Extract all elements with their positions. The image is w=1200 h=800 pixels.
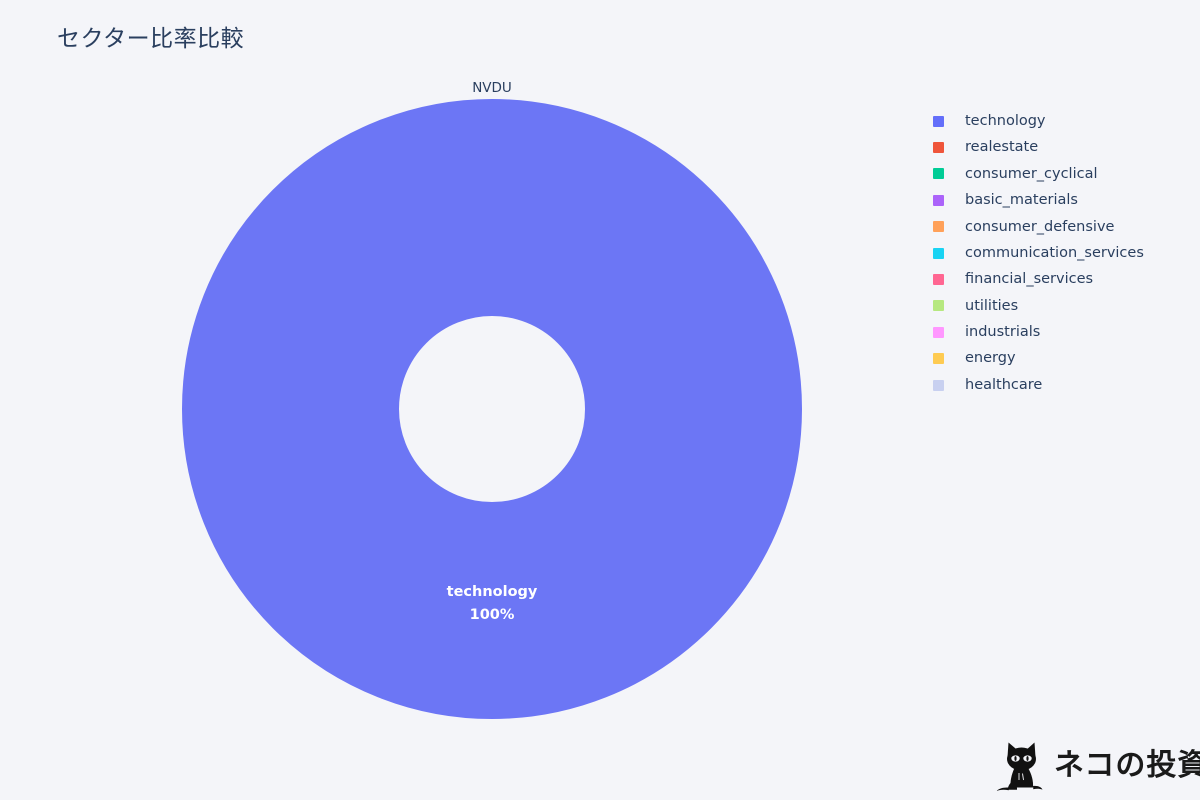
legend-item[interactable]: industrials — [933, 319, 1195, 345]
legend-item[interactable]: consumer_cyclical — [933, 161, 1195, 187]
legend-item[interactable]: consumer_defensive — [933, 214, 1195, 240]
legend-label: financial_services — [965, 271, 1094, 288]
legend-label: communication_services — [965, 244, 1144, 261]
legend-swatch-icon — [933, 221, 944, 233]
legend-label: consumer_defensive — [965, 218, 1115, 235]
watermark: ネコの投資 — [995, 738, 1200, 794]
legend-swatch-icon — [933, 353, 944, 365]
legend-item[interactable]: basic_materials — [933, 187, 1195, 213]
legend-label: utilities — [965, 297, 1019, 314]
pie-slice-technology[interactable] — [182, 99, 802, 719]
legend-swatch-icon — [933, 194, 944, 206]
legend[interactable]: technology realestate consumer_cyclicalbas… — [933, 108, 1195, 398]
legend-item[interactable]: realestate — [933, 134, 1195, 160]
legend-item[interactable]: utilities — [933, 293, 1195, 319]
legend-label: industrials — [965, 324, 1041, 341]
legend-item[interactable]: communication_services — [933, 240, 1195, 266]
legend-swatch-icon — [933, 274, 944, 286]
legend-swatch-icon — [933, 247, 944, 259]
legend-item[interactable]: technology — [933, 108, 1195, 134]
black-cat-silhouette-icon — [996, 742, 1043, 791]
legend-item[interactable]: energy — [933, 346, 1195, 372]
watermark-text: ネコの投資 — [1054, 748, 1200, 783]
legend-label: realestate — [965, 139, 1039, 156]
legend-swatch-icon — [933, 300, 944, 312]
plot-area: NVDU technology 100% — [0, 0, 910, 800]
legend-label: consumer_cyclical — [965, 165, 1098, 182]
subplot-title-nvdu: NVDU — [472, 80, 512, 96]
legend-label: basic_materials — [965, 192, 1078, 209]
legend-swatch-icon — [933, 142, 944, 154]
legend-item[interactable]: financial_services — [933, 266, 1195, 292]
legend-label: technology — [965, 112, 1046, 129]
legend-swatch-icon — [933, 168, 944, 180]
legend-item[interactable]: healthcare — [933, 372, 1195, 398]
donut-chart[interactable]: technology 100% — [182, 99, 802, 719]
legend-swatch-icon — [933, 115, 944, 127]
donut-svg — [182, 99, 802, 719]
chart-canvas: セクター比率比較 NVDU technology 100% technology… — [0, 0, 1200, 800]
legend-label: healthcare — [965, 376, 1043, 393]
legend-swatch-icon — [933, 326, 944, 338]
legend-swatch-icon — [933, 379, 944, 391]
legend-label: energy — [965, 350, 1016, 367]
